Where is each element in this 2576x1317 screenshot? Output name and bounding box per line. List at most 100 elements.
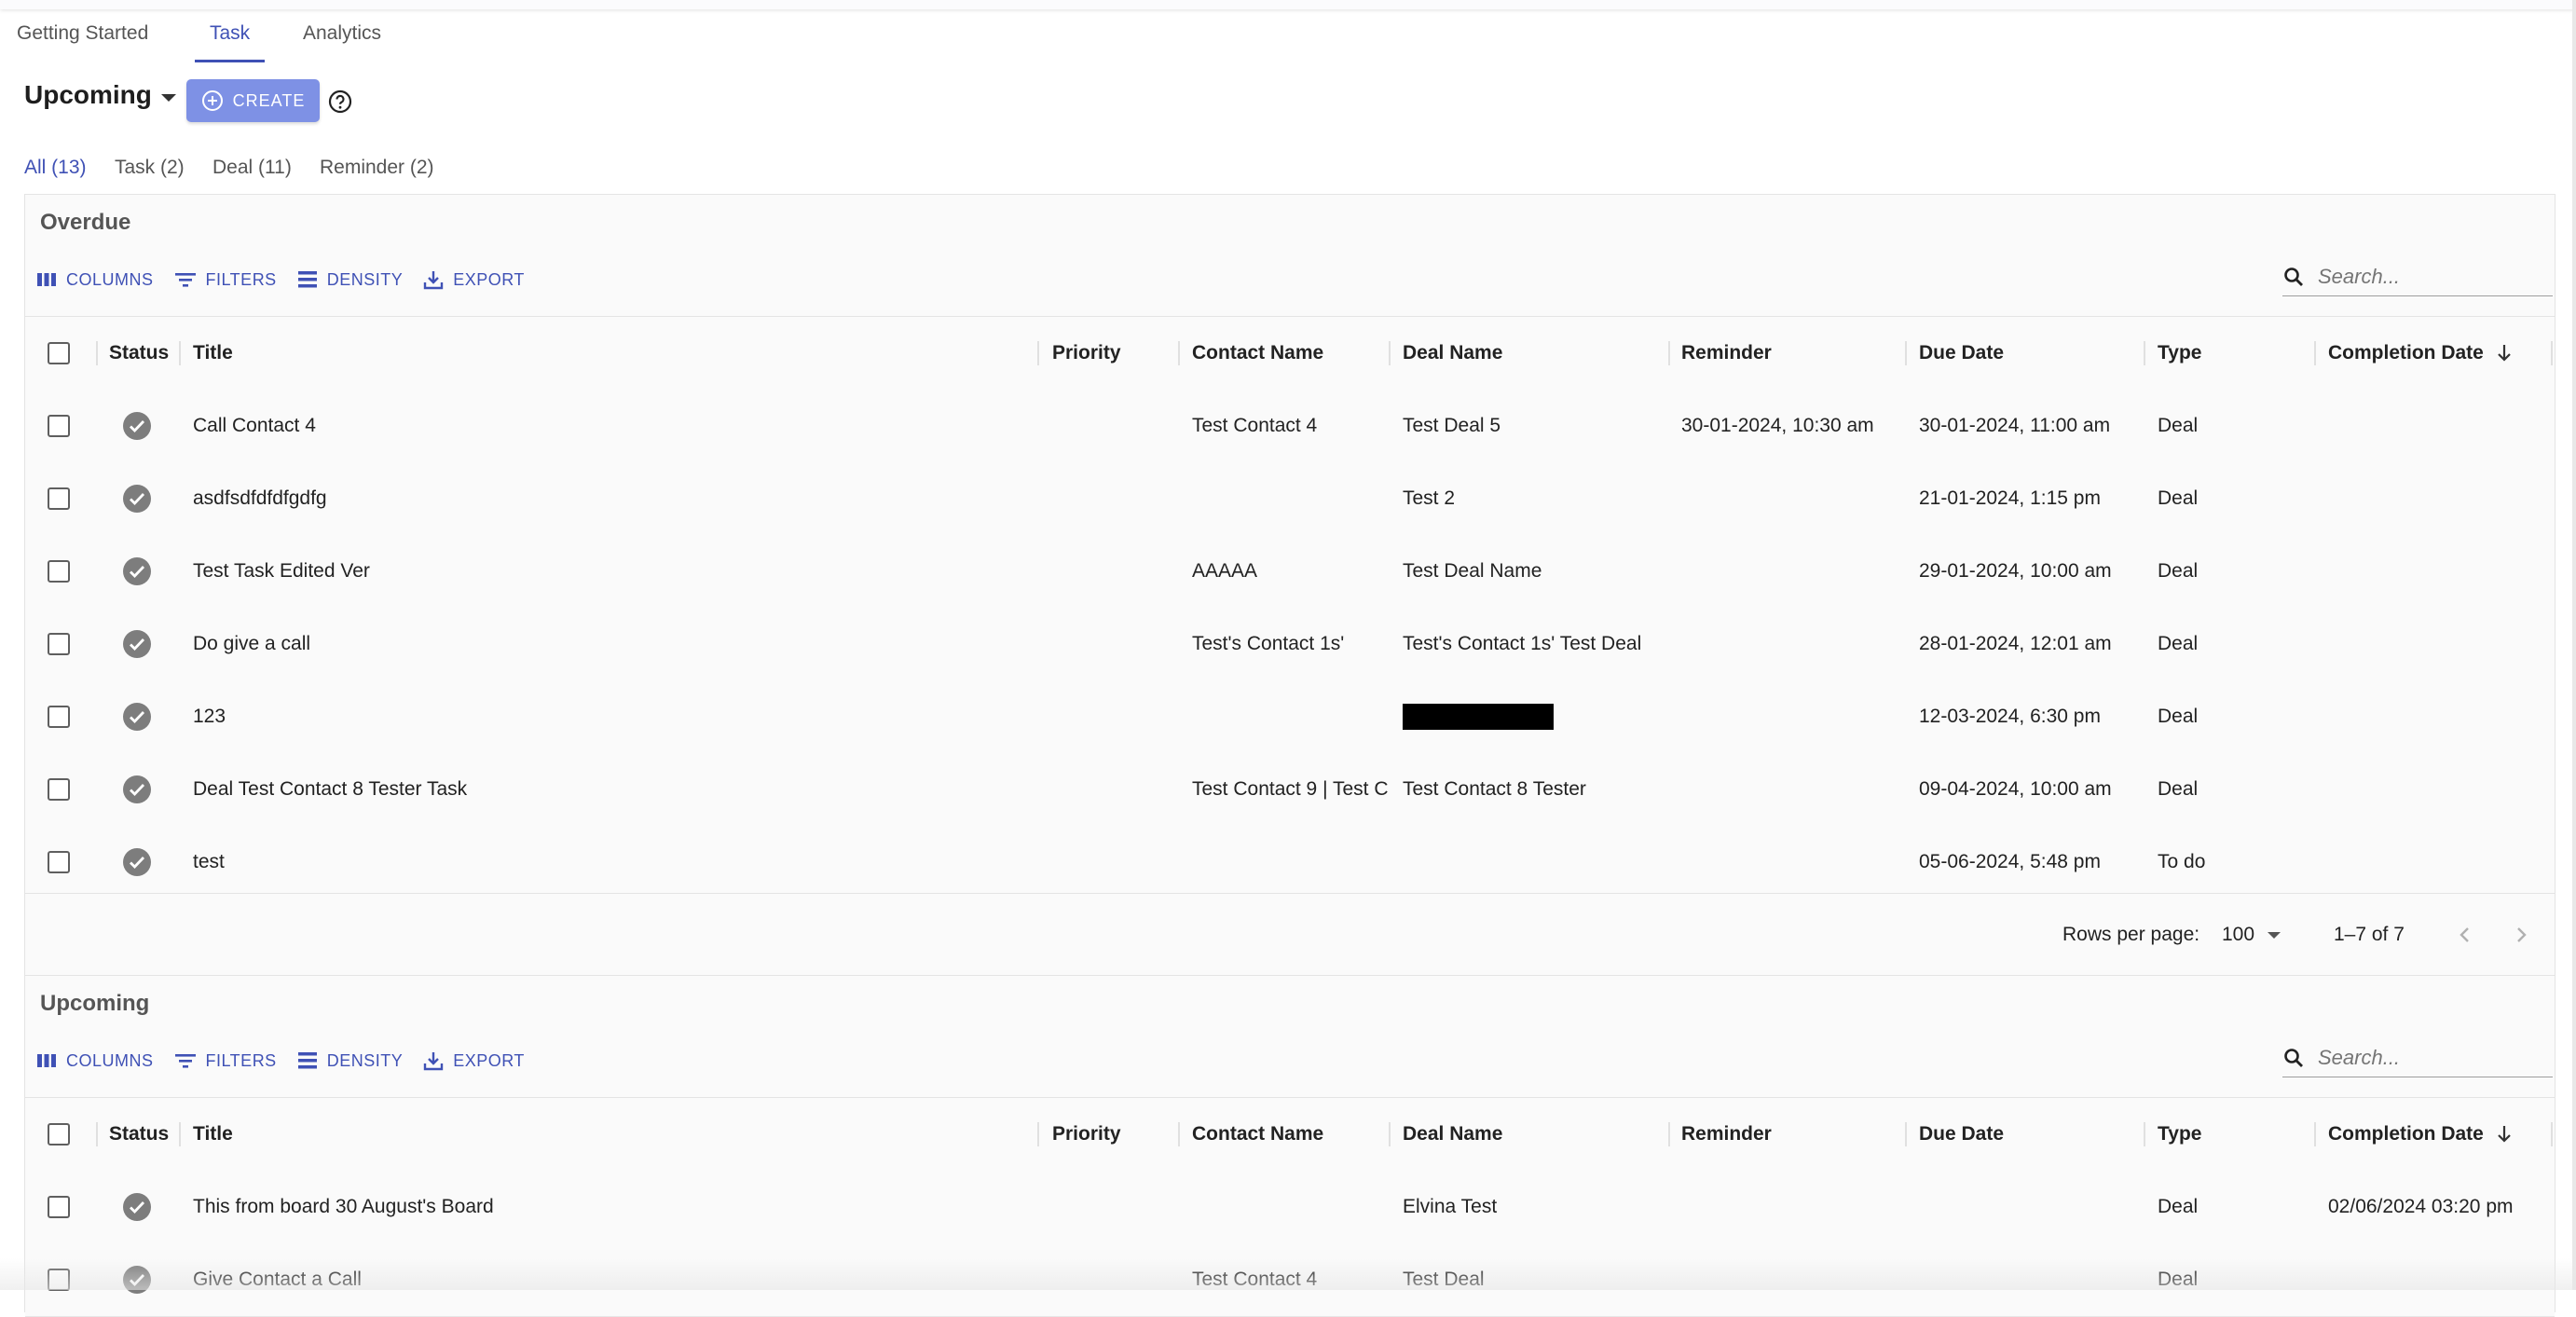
table-row[interactable]: test 05-06-2024, 5:48 pm To do [25,826,2555,899]
table-row[interactable]: 123 12-03-2024, 6:30 pm Deal [25,680,2555,754]
table-row[interactable]: Deal Test Contact 8 Tester Task Test Con… [25,753,2555,827]
cell-deal-name: Test 2 [1403,487,1456,509]
column-separator [179,341,181,365]
row-checkbox[interactable] [48,633,70,655]
rows-per-page-select[interactable]: 100 [2222,894,2281,976]
header-contact-name[interactable]: Contact Name [1192,1098,1323,1171]
column-separator [1178,341,1180,365]
header-reminder[interactable]: Reminder [1681,1098,1772,1171]
tab-task[interactable]: Task [195,17,266,62]
cell-title: This from board 30 August's Board [193,1196,494,1217]
filters-label: FILTERS [205,1050,277,1070]
search-field[interactable] [2282,1039,2553,1077]
columns-label: COLUMNS [66,269,154,289]
header-priority[interactable]: Priority [1052,1098,1121,1171]
export-button[interactable]: EXPORT [423,1050,525,1071]
search-input[interactable] [2316,1045,2543,1071]
row-checkbox[interactable] [48,560,70,583]
header-priority[interactable]: Priority [1052,317,1121,390]
header-title[interactable]: Title [193,317,233,390]
check-circle-icon[interactable] [122,847,152,877]
table-row[interactable]: Call Contact 4 Test Contact 4 Test Deal … [25,390,2555,463]
header-completion-date[interactable]: Completion Date [2328,317,2484,390]
header-type[interactable]: Type [2158,317,2201,390]
header-reminder[interactable]: Reminder [1681,317,1772,390]
row-checkbox[interactable] [48,706,70,728]
check-circle-icon[interactable] [122,1192,152,1222]
cell-due-date: 21-01-2024, 1:15 pm [1919,487,2101,509]
cell-type: To do [2158,851,2206,872]
cell-contact-name: Test Contact 4 [1192,415,1318,436]
density-button[interactable]: DENSITY [297,270,404,290]
columns-icon [37,273,56,286]
row-checkbox[interactable] [48,778,70,801]
section-title: Upcoming [40,991,150,1016]
check-circle-icon[interactable] [122,411,152,441]
columns-button[interactable]: COLUMNS [36,270,154,290]
select-all-checkbox[interactable] [48,1123,70,1146]
header-due-date[interactable]: Due Date [1919,317,2004,390]
columns-label: COLUMNS [66,1050,154,1070]
header-status[interactable]: Status [109,1098,169,1171]
header-deal-name[interactable]: Deal Name [1403,1098,1502,1171]
sort-descending-icon[interactable] [2495,343,2514,364]
cell-title: 123 [193,706,226,727]
cell-title: Do give a call [193,633,311,654]
next-page-icon[interactable] [2506,920,2536,950]
header-title[interactable]: Title [193,1098,233,1171]
column-separator [1905,1122,1907,1146]
table-row[interactable]: Test Task Edited Ver AAAAA Test Deal Nam… [25,535,2555,609]
bottom-fade [0,1258,2576,1290]
search-input[interactable] [2316,264,2543,290]
subtab-reminder[interactable]: Reminder (2) [320,153,434,194]
select-all-checkbox[interactable] [48,342,70,364]
header-type[interactable]: Type [2158,1098,2201,1171]
table-row[interactable]: This from board 30 August's Board Elvina… [25,1171,2555,1244]
page-scrollbar[interactable] [2572,0,2576,1290]
sort-descending-icon[interactable] [2495,1124,2514,1145]
cell-contact-name: AAAAA [1192,560,1258,582]
columns-button[interactable]: COLUMNS [36,1051,154,1071]
subtab-deal[interactable]: Deal (11) [212,153,292,194]
check-circle-icon[interactable] [122,484,152,514]
help-icon[interactable] [328,89,352,114]
search-field[interactable] [2282,258,2553,296]
columns-icon [37,1054,56,1067]
table-row[interactable]: asdfsdfdfdfgdfg Test 2 21-01-2024, 1:15 … [25,462,2555,536]
check-circle-icon[interactable] [122,702,152,732]
tab-analytics[interactable]: Analytics [303,17,381,60]
filters-button[interactable]: FILTERS [174,1051,277,1071]
view-selector[interactable]: Upcoming [24,80,176,110]
subtab-task[interactable]: Task (2) [115,153,185,194]
export-button[interactable]: EXPORT [423,269,525,290]
create-button[interactable]: CREATE [186,79,320,122]
search-icon [2284,1049,2303,1067]
table-row[interactable]: Do give a call Test's Contact 1s' Test's… [25,608,2555,681]
column-separator [96,341,98,365]
previous-page-icon[interactable] [2450,920,2480,950]
filters-label: FILTERS [205,269,277,289]
header-contact-name[interactable]: Contact Name [1192,317,1323,390]
row-checkbox[interactable] [48,1196,70,1218]
subtab-all[interactable]: All (13) [24,153,87,197]
header-deal-name[interactable]: Deal Name [1403,317,1502,390]
grid-header: Status Title Priority Contact Name Deal … [25,316,2555,391]
section-title: Overdue [40,210,131,235]
cell-due-date: 30-01-2024, 11:00 am [1919,415,2111,436]
header-due-date[interactable]: Due Date [1919,1098,2004,1171]
row-checkbox[interactable] [48,415,70,437]
header-completion-date[interactable]: Completion Date [2328,1098,2484,1171]
check-circle-icon[interactable] [122,629,152,659]
check-circle-icon[interactable] [122,775,152,804]
density-button[interactable]: DENSITY [297,1051,404,1071]
check-circle-icon[interactable] [122,556,152,586]
filters-button[interactable]: FILTERS [174,270,277,290]
row-checkbox[interactable] [48,851,70,873]
header-status[interactable]: Status [109,317,169,390]
row-checkbox[interactable] [48,487,70,510]
cell-title: Test Task Edited Ver [193,560,370,582]
cell-type: Deal [2158,1196,2199,1217]
column-separator [2314,341,2316,365]
export-label: EXPORT [453,1050,525,1070]
tab-getting-started[interactable]: Getting Started [17,17,148,60]
